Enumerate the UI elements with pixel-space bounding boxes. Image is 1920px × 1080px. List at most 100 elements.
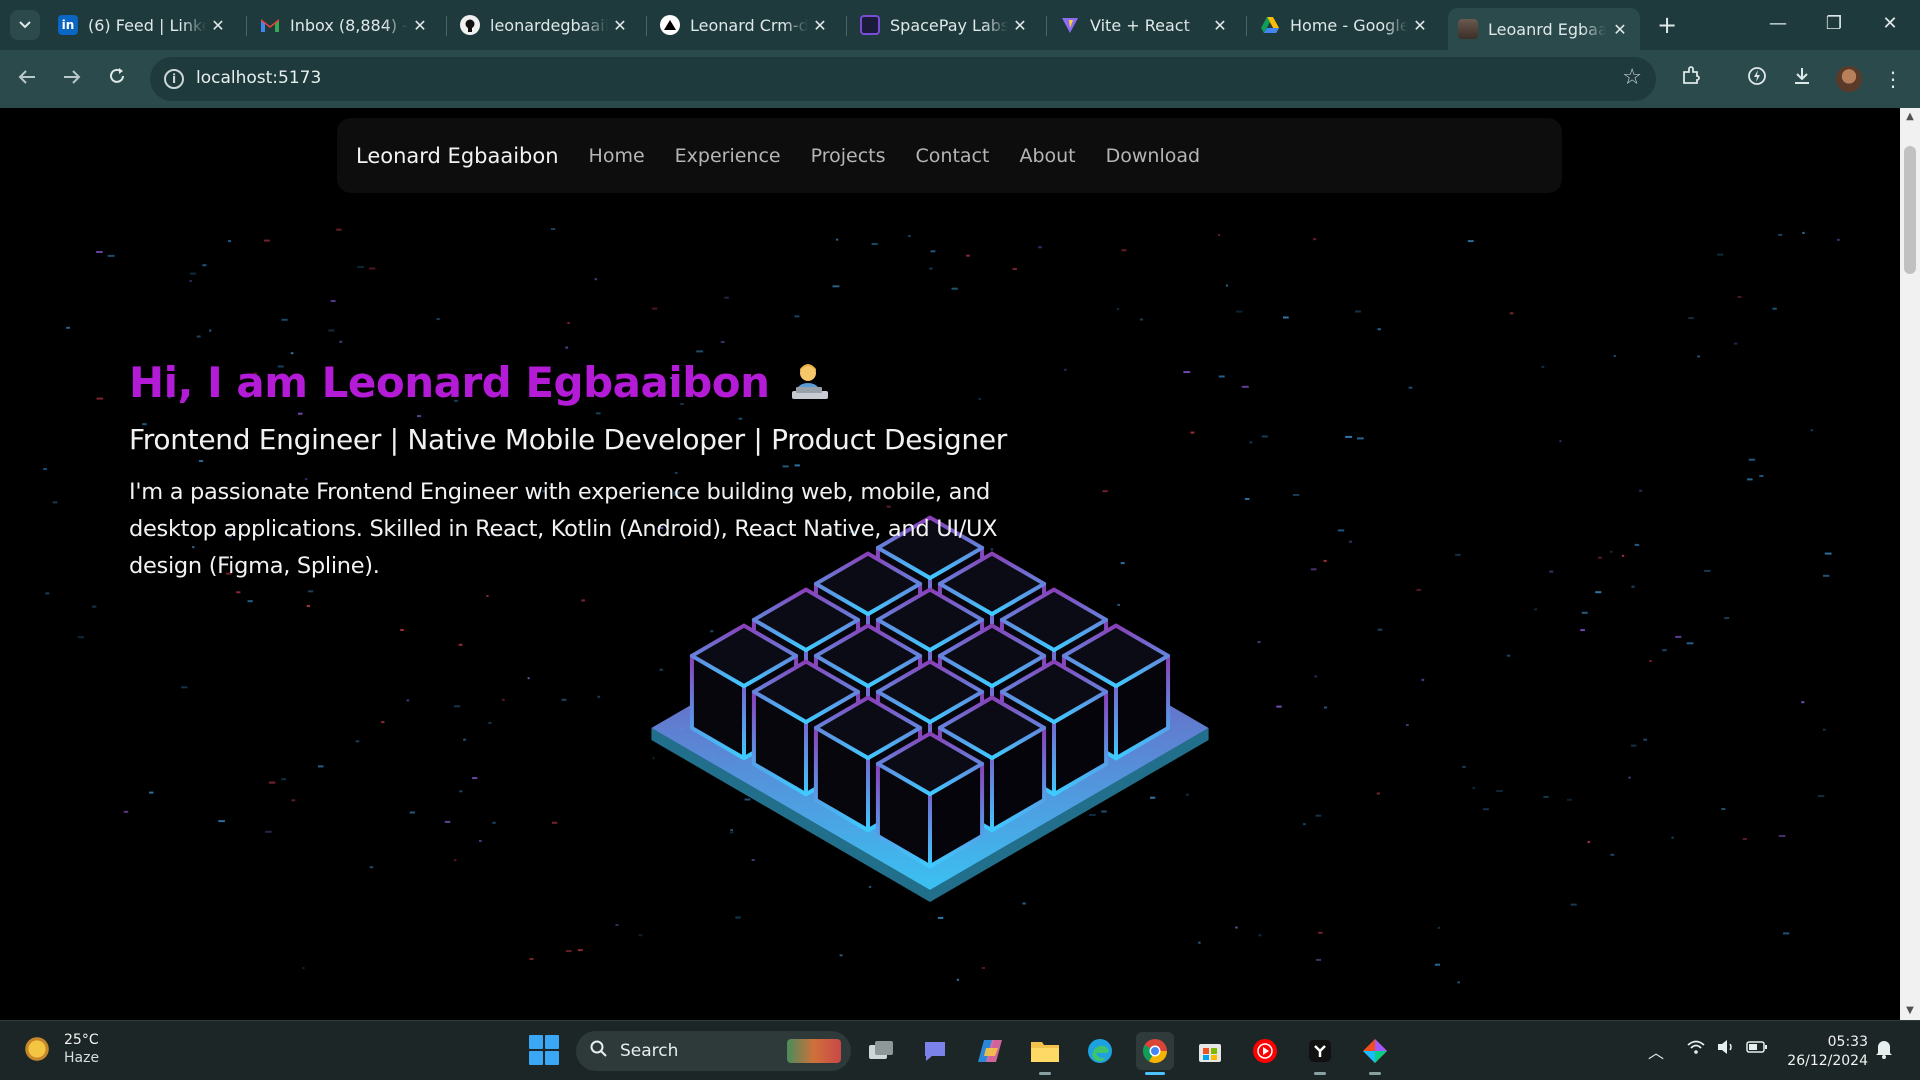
hero-bio: I'm a passionate Frontend Engineer with … <box>129 479 998 579</box>
hero-section: Hi, I am Leonard Egbaaibon Frontend Engi… <box>129 358 1029 585</box>
notification-bell-icon[interactable] <box>1875 1039 1893 1064</box>
reload-button[interactable] <box>100 62 134 96</box>
store-icon <box>1199 1044 1221 1062</box>
figma-button[interactable] <box>1356 1032 1394 1075</box>
youtube-music-button[interactable] <box>1246 1032 1284 1070</box>
vite-icon <box>1060 15 1080 35</box>
url-text[interactable]: localhost:5173 <box>196 68 321 88</box>
hero-subtitle: Frontend Engineer | Native Mobile Develo… <box>129 423 1007 456</box>
task-view-icon <box>869 1041 893 1059</box>
hero-heading: Hi, I am Leonard Egbaaibon <box>129 358 1029 407</box>
address-bar[interactable]: i localhost:5173 ☆ <box>150 57 1656 101</box>
taskbar-search[interactable]: Search <box>576 1031 851 1071</box>
app-button-dark[interactable] <box>1301 1032 1339 1075</box>
gmail-icon <box>260 15 280 35</box>
linkedin-icon: in <box>58 15 78 35</box>
nav-link-about[interactable]: About <box>1019 145 1075 167</box>
page-viewport: Leonard Egbaaibon Home Experience Projec… <box>0 108 1900 1020</box>
tab-portfolio-active[interactable]: Leoanrd Egbaaibon ✕ <box>1448 8 1640 50</box>
close-icon[interactable]: ✕ <box>410 16 430 35</box>
bookmark-star-icon[interactable]: ☆ <box>1622 65 1642 90</box>
close-icon[interactable]: ✕ <box>610 16 630 35</box>
close-icon[interactable]: ✕ <box>208 16 228 35</box>
scroll-up-arrow-icon[interactable]: ▲ <box>1900 108 1920 126</box>
minimize-button[interactable]: — <box>1754 8 1802 40</box>
close-icon[interactable]: ✕ <box>1410 16 1430 35</box>
chevron-down-icon <box>19 21 31 29</box>
clock-date: 26/12/2024 <box>1787 1053 1868 1069</box>
site-info-icon[interactable]: i <box>164 69 184 89</box>
scroll-down-arrow-icon[interactable]: ▼ <box>1900 1002 1920 1020</box>
nav-link-home[interactable]: Home <box>589 145 645 167</box>
tab-github[interactable]: leonardegbaaibon ✕ <box>450 8 640 42</box>
tab-linkedin[interactable]: in (6) Feed | LinkedIn ✕ <box>48 8 238 42</box>
edge-icon <box>1088 1039 1112 1063</box>
tab-title: Vite + React <box>1090 15 1190 35</box>
show-hidden-icons-chevron-icon[interactable]: ︿ <box>1648 1039 1664 1063</box>
close-icon[interactable]: ✕ <box>1210 16 1230 35</box>
wifi-icon[interactable] <box>1686 1039 1706 1059</box>
copilot-icon <box>978 1040 1002 1062</box>
site-brand[interactable]: Leonard Egbaaibon <box>356 144 559 168</box>
battery-icon[interactable] <box>1746 1039 1768 1058</box>
github-icon <box>460 15 480 35</box>
tab-title: Home - Google Drive <box>1290 15 1408 35</box>
close-icon[interactable]: ✕ <box>1610 20 1630 39</box>
back-button[interactable] <box>10 62 44 96</box>
nav-link-projects[interactable]: Projects <box>811 145 886 167</box>
tab-gmail[interactable]: Inbox (8,884) - leonard ✕ <box>250 8 440 42</box>
arrow-right-icon <box>64 70 81 84</box>
windows-taskbar: 25°C Haze Search ︿ 05:33 26/12/2024 <box>0 1020 1920 1080</box>
tab-google-drive[interactable]: Home - Google Drive ✕ <box>1250 8 1440 42</box>
teams-chat-button[interactable] <box>916 1032 954 1070</box>
extensions-icon[interactable] <box>1674 62 1708 96</box>
volume-icon[interactable] <box>1716 1039 1736 1059</box>
tab-search-button[interactable] <box>10 10 40 40</box>
spacepay-icon <box>860 15 880 35</box>
nav-link-contact[interactable]: Contact <box>916 145 990 167</box>
tab-title: leonardegbaaibon <box>490 15 608 35</box>
close-window-button[interactable]: ✕ <box>1866 8 1914 40</box>
tab-title: Leonard Crm-dash <box>690 15 808 35</box>
tab-title: SpacePay Labs <box>890 15 1008 35</box>
search-label: Search <box>620 1041 679 1061</box>
search-icon <box>590 1040 608 1063</box>
tab-spacepay[interactable]: SpacePay Labs ✕ <box>850 8 1040 42</box>
hero-heading-text: Hi, I am Leonard Egbaaibon <box>129 358 770 407</box>
microsoft-store-button[interactable] <box>1191 1032 1229 1070</box>
new-tab-button[interactable]: + <box>1652 10 1682 40</box>
page-scrollbar[interactable]: ▲ ▼ <box>1900 108 1920 1020</box>
nav-link-download[interactable]: Download <box>1106 145 1200 167</box>
copilot-button[interactable] <box>971 1032 1009 1070</box>
tab-vercel[interactable]: Leonard Crm-dash ✕ <box>650 8 840 42</box>
app-icon <box>1309 1040 1331 1062</box>
scrollbar-thumb[interactable] <box>1904 146 1916 274</box>
chrome-button[interactable] <box>1136 1032 1174 1075</box>
diamond-app-icon <box>1363 1039 1387 1063</box>
haze-weather-icon <box>22 1034 52 1064</box>
task-view-button[interactable] <box>862 1032 900 1070</box>
reload-icon <box>110 68 124 83</box>
menu-kebab-icon[interactable]: ⋮ <box>1876 62 1910 96</box>
weather-condition: Haze <box>64 1050 100 1066</box>
profile-avatar[interactable] <box>1836 66 1862 92</box>
tab-title: Leoanrd Egbaaibon <box>1488 19 1606 39</box>
performance-icon[interactable] <box>1740 62 1774 96</box>
vercel-icon <box>660 15 680 35</box>
profile-photo-icon <box>1458 19 1478 39</box>
browser-tab-strip: in (6) Feed | LinkedIn ✕ Inbox (8,884) -… <box>0 0 1920 50</box>
tab-title: (6) Feed | LinkedIn <box>88 15 206 35</box>
start-button[interactable] <box>529 1035 559 1065</box>
nav-link-experience[interactable]: Experience <box>675 145 781 167</box>
restore-button[interactable]: ❐ <box>1810 8 1858 40</box>
tab-vite[interactable]: Vite + React ✕ <box>1050 8 1240 42</box>
close-icon[interactable]: ✕ <box>810 16 830 35</box>
close-icon[interactable]: ✕ <box>1010 16 1030 35</box>
forward-button[interactable] <box>55 62 89 96</box>
weather-widget[interactable]: 25°C Haze <box>22 1031 99 1067</box>
system-clock[interactable]: 05:33 26/12/2024 <box>1780 1033 1868 1071</box>
chrome-icon <box>1142 1039 1167 1064</box>
edge-button[interactable] <box>1081 1032 1119 1070</box>
download-icon[interactable] <box>1785 62 1819 96</box>
file-explorer-button[interactable] <box>1026 1032 1064 1075</box>
